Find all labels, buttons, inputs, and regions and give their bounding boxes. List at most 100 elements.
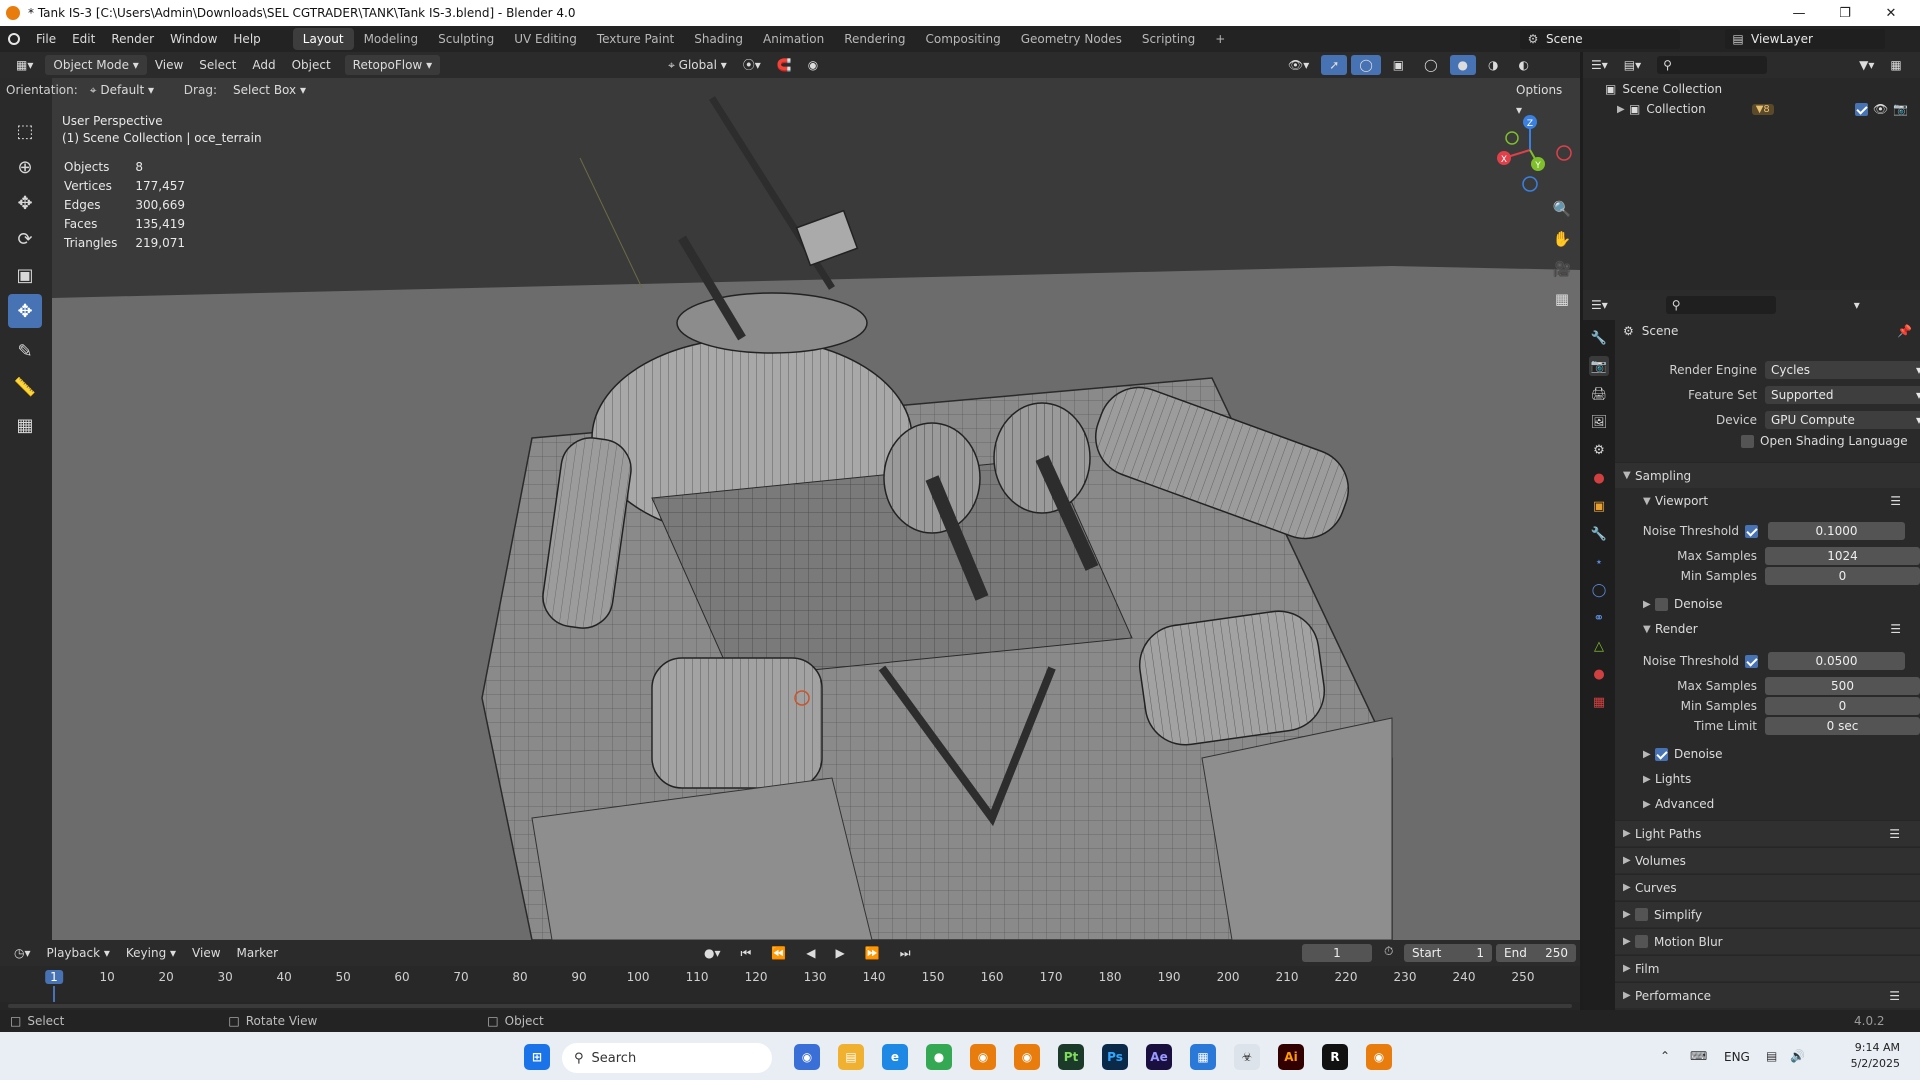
- modifier-tab-icon[interactable]: 🔧: [1589, 524, 1609, 544]
- timeline-editor-type-icon[interactable]: ◷▾: [6, 943, 39, 963]
- viewport-menu-object[interactable]: Object: [284, 55, 339, 75]
- menu-help[interactable]: Help: [225, 26, 268, 52]
- constraints-tab-icon[interactable]: ⚭: [1589, 608, 1609, 628]
- outliner-search-input[interactable]: ⚲: [1657, 56, 1768, 74]
- taskbar-search[interactable]: ⚲ Search: [562, 1043, 772, 1073]
- filter-icon[interactable]: ▼▾: [1851, 55, 1882, 75]
- light-paths-list-icon[interactable]: ☰: [1889, 827, 1900, 841]
- texture-tab-icon[interactable]: ▦: [1589, 692, 1609, 712]
- blender-active-app-icon[interactable]: ◉: [1366, 1044, 1392, 1070]
- shading-rendered-icon[interactable]: ◐: [1511, 55, 1537, 75]
- network-icon[interactable]: ▤: [1766, 1049, 1777, 1063]
- menu-file[interactable]: File: [28, 26, 64, 52]
- display-mode-icon[interactable]: ▤▾: [1616, 55, 1649, 75]
- next-keyframe-icon[interactable]: ⏩: [857, 943, 888, 963]
- jump-end-icon[interactable]: ⏭: [892, 943, 919, 963]
- illustrator-app-icon[interactable]: Ai: [1278, 1044, 1304, 1070]
- vp-min-field[interactable]: 0: [1765, 567, 1920, 585]
- timeline-scrollbar[interactable]: [8, 1004, 1572, 1008]
- transform-orientation-dropdown[interactable]: ⌖ Global ▾: [660, 55, 735, 75]
- prev-keyframe-icon[interactable]: ⏪: [763, 943, 794, 963]
- scene-selector[interactable]: ⚙ Scene: [1520, 29, 1680, 49]
- shading-material-icon[interactable]: ◑: [1480, 55, 1506, 75]
- properties-search-input[interactable]: ⚲: [1665, 296, 1776, 314]
- vp-noise-checkbox[interactable]: [1745, 524, 1758, 538]
- outliner-editor-type-icon[interactable]: ☰▾: [1583, 55, 1616, 75]
- chat-app-icon[interactable]: ◉: [794, 1044, 820, 1070]
- tab-compositing[interactable]: Compositing: [915, 28, 1010, 50]
- zoom-icon[interactable]: 🔍: [1548, 195, 1576, 223]
- options-dropdown[interactable]: Options ▾: [1508, 80, 1580, 117]
- r-time-field[interactable]: 0 sec: [1765, 717, 1920, 735]
- film-panel-header[interactable]: ▶ Film: [1615, 955, 1920, 981]
- world-tab-icon[interactable]: ●: [1589, 468, 1609, 488]
- viewport-subpanel-header[interactable]: ▼ Viewport ☰: [1643, 494, 1913, 508]
- camera-view-icon[interactable]: 🎥: [1548, 255, 1576, 283]
- performance-list-icon[interactable]: ☰: [1889, 989, 1900, 1003]
- new-collection-icon[interactable]: ▦: [1882, 55, 1909, 75]
- render-engine-dropdown[interactable]: Cycles ▾: [1765, 361, 1920, 379]
- edge-browser-icon[interactable]: e: [882, 1044, 908, 1070]
- shading-solid-icon[interactable]: ●: [1449, 55, 1477, 75]
- simplify-checkbox[interactable]: [1635, 908, 1648, 921]
- windows-start-icon[interactable]: ⊞: [524, 1044, 550, 1070]
- viewport-menu-select[interactable]: Select: [191, 55, 244, 75]
- r-denoise-checkbox[interactable]: [1655, 747, 1668, 761]
- editor-type-icon[interactable]: ▦▾: [8, 55, 41, 75]
- drag-dropdown[interactable]: Select Box ▾: [225, 80, 314, 100]
- particles-tab-icon[interactable]: ⋆: [1589, 552, 1609, 572]
- view-layer-tab-icon[interactable]: 🖼: [1589, 412, 1609, 432]
- tab-rendering[interactable]: Rendering: [834, 28, 915, 50]
- add-workspace-button[interactable]: +: [1205, 28, 1235, 50]
- zbrush-app-icon[interactable]: ☣: [1234, 1044, 1260, 1070]
- store-app-icon[interactable]: ▦: [1190, 1044, 1216, 1070]
- xray-toggle-icon[interactable]: ▣: [1385, 55, 1412, 75]
- file-explorer-icon[interactable]: ▤: [838, 1044, 864, 1070]
- curves-panel-header[interactable]: ▶ Curves: [1615, 874, 1920, 900]
- gizmo-toggle-icon[interactable]: ➚: [1321, 55, 1348, 75]
- tab-modeling[interactable]: Modeling: [354, 28, 429, 50]
- viewport-menu-add[interactable]: Add: [244, 55, 283, 75]
- rizom-app-icon[interactable]: R: [1322, 1044, 1348, 1070]
- playhead-line[interactable]: [53, 986, 55, 1002]
- blender-app-icon-1[interactable]: ◉: [970, 1044, 996, 1070]
- menu-window[interactable]: Window: [162, 26, 225, 52]
- measure-tool-icon[interactable]: 📏: [8, 370, 42, 404]
- perspective-toggle-icon[interactable]: ▦: [1548, 285, 1576, 313]
- pan-hand-icon[interactable]: ✋: [1548, 225, 1576, 253]
- vp-noise-field[interactable]: 0.1000: [1768, 522, 1905, 540]
- tab-geometry-nodes[interactable]: Geometry Nodes: [1011, 28, 1132, 50]
- shading-wireframe-icon[interactable]: ◯: [1416, 55, 1445, 75]
- mode-dropdown[interactable]: Object Mode ▾: [45, 55, 147, 75]
- vp-denoise-checkbox[interactable]: [1655, 597, 1668, 611]
- render-subpanel-header[interactable]: ▼ Render ☰: [1643, 622, 1913, 636]
- object-tab-icon[interactable]: ▣: [1589, 496, 1609, 516]
- keyboard-icon[interactable]: ⌨: [1690, 1049, 1707, 1063]
- material-tab-icon[interactable]: ●: [1589, 664, 1609, 684]
- overlay-toggle-icon[interactable]: ◯: [1351, 55, 1381, 75]
- vp-max-field[interactable]: 1024: [1765, 547, 1920, 565]
- tray-chevron-icon[interactable]: ⌃: [1660, 1049, 1670, 1063]
- volume-icon[interactable]: 🔊: [1790, 1049, 1805, 1063]
- proportional-edit-icon[interactable]: ◉: [800, 55, 826, 75]
- minimize-button[interactable]: —: [1776, 0, 1822, 26]
- chrome-browser-icon[interactable]: ●: [926, 1044, 952, 1070]
- language-indicator[interactable]: ENG: [1724, 1050, 1750, 1064]
- maximize-button[interactable]: ❐: [1822, 0, 1868, 26]
- tab-shading[interactable]: Shading: [684, 28, 753, 50]
- render-camera-icon[interactable]: 📷: [1893, 102, 1908, 116]
- sampling-panel-header[interactable]: ▼ Sampling: [1615, 462, 1920, 488]
- tab-sculpting[interactable]: Sculpting: [428, 28, 504, 50]
- performance-panel-header[interactable]: ▶ Performance ☰: [1615, 982, 1920, 1008]
- data-tab-icon[interactable]: △: [1589, 636, 1609, 656]
- timeline-ruler[interactable]: 1 10 20 30 40 50 60 70 80 90 100 110 120 130 140 150 160…: [0, 966, 1580, 1002]
- feature-set-dropdown[interactable]: Supported ▾: [1765, 386, 1920, 404]
- keying-menu[interactable]: Keying ▾: [118, 943, 184, 963]
- select-box-tool-icon[interactable]: ⬚: [8, 114, 42, 148]
- r-noise-checkbox[interactable]: [1745, 654, 1758, 668]
- tab-layout[interactable]: Layout: [292, 28, 354, 50]
- r-denoise-header[interactable]: ▶ Denoise: [1643, 747, 1723, 761]
- 3d-viewport[interactable]: [52, 78, 1580, 940]
- play-reverse-icon[interactable]: ◀: [798, 943, 823, 963]
- marker-menu[interactable]: Marker: [229, 943, 286, 963]
